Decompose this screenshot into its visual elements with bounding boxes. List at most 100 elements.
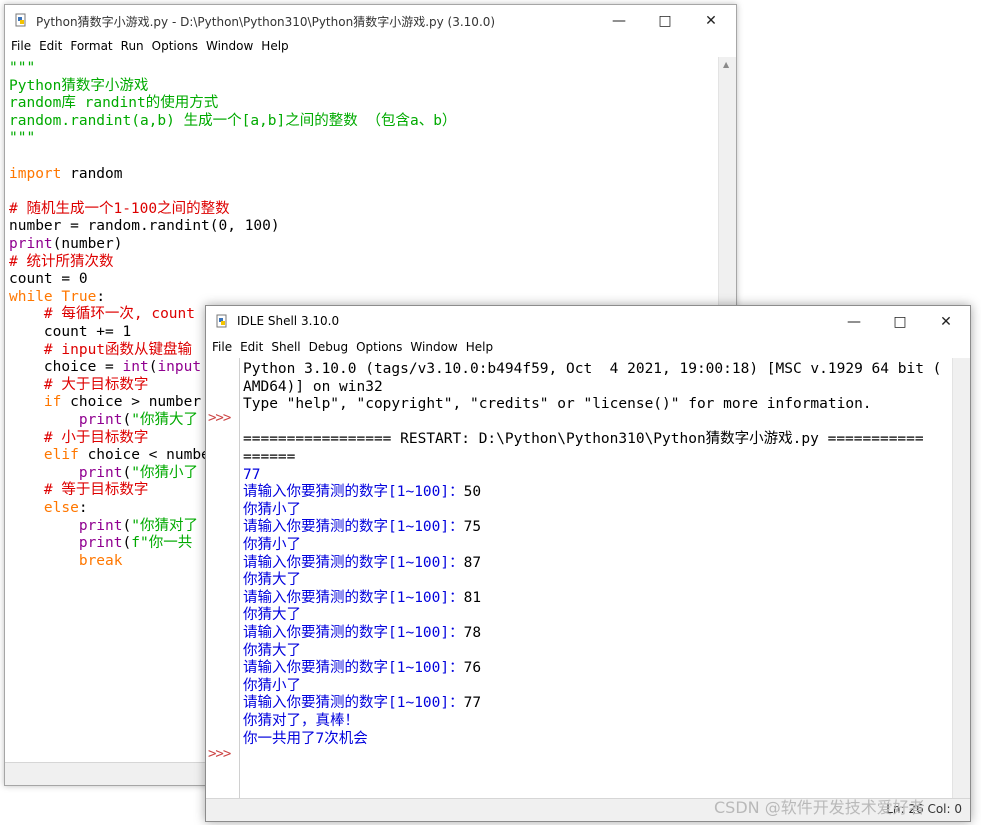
code-token: else: [43, 500, 79, 516]
scroll-up-arrow-icon[interactable]: ▲: [723, 60, 729, 69]
code-token: if: [43, 394, 62, 411]
code-line: print(f"你一共: [9, 534, 192, 552]
shell-output-text: 请输入你要猜测的数字[1~100]：: [243, 484, 464, 501]
code-token: print: [78, 517, 123, 534]
menu-window[interactable]: Window: [406, 338, 461, 358]
maximize-button[interactable]: □: [877, 306, 923, 338]
user-input-value: 50: [463, 484, 482, 501]
code-token: # 大于目标数字: [43, 376, 149, 393]
code-token: "你猜小了: [131, 464, 198, 481]
code-line: print("你猜小了: [9, 464, 198, 482]
menu-window[interactable]: Window: [202, 37, 257, 57]
shell-output-line: 请输入你要猜测的数字[1~100]：78: [243, 624, 481, 642]
shell-titlebar[interactable]: IDLE Shell 3.10.0 — □ ✕: [206, 306, 970, 338]
shell-output-line: 你一共用了7次机会: [243, 730, 368, 748]
minimize-button[interactable]: —: [831, 306, 877, 338]
shell-output-line: 请输入你要猜测的数字[1~100]：76: [243, 659, 481, 677]
shell-output-text: 你猜小了: [243, 501, 301, 518]
shell-output-line: 你猜小了: [243, 536, 301, 554]
code-token: :: [96, 288, 106, 305]
code-line: # 等于目标数字: [9, 481, 148, 499]
shell-output-line: 你猜大了: [243, 642, 301, 660]
menu-run[interactable]: Run: [117, 37, 148, 57]
shell-output-line: Python 3.10.0 (tags/v3.10.0:b494f59, Oct…: [243, 360, 941, 378]
code-token: # 统计所猜次数: [9, 253, 114, 270]
menu-options[interactable]: Options: [148, 37, 202, 57]
shell-output-line: 请输入你要猜测的数字[1~100]：50: [243, 483, 481, 501]
menu-file[interactable]: File: [5, 37, 35, 57]
code-token: (: [122, 464, 132, 481]
code-line: while True:: [9, 288, 105, 306]
code-line: break: [9, 552, 123, 570]
shell-output-text: 你猜大了: [243, 607, 301, 624]
code-line: random.randint(a,b) 生成一个[a,b]之间的整数 （包含a、…: [9, 112, 456, 130]
user-input-value: 75: [463, 519, 482, 536]
code-token: # 小于目标数字: [43, 429, 149, 446]
shell-scrollbar[interactable]: [952, 358, 970, 798]
menu-options[interactable]: Options: [352, 338, 406, 358]
code-token: (: [122, 535, 132, 552]
shell-output-line: 77: [243, 466, 260, 484]
menu-debug[interactable]: Debug: [305, 338, 352, 358]
shell-window: IDLE Shell 3.10.0 — □ ✕ File Edit Shell …: [205, 305, 971, 822]
shell-output-text: ======: [243, 449, 296, 465]
code-token: # 等于目标数字: [43, 482, 149, 499]
code-line: print("你猜大了: [9, 411, 198, 429]
code-token: print: [78, 535, 123, 552]
code-token: "你猜大了: [131, 412, 198, 428]
shell-output-text: 你猜大了: [243, 572, 301, 589]
shell-output[interactable]: Python 3.10.0 (tags/v3.10.0:b494f59, Oct…: [243, 358, 947, 798]
shell-output-line: ================= RESTART: D:\Python\Pyt…: [243, 430, 924, 448]
menu-file[interactable]: File: [206, 338, 236, 358]
shell-output-text: 请输入你要猜测的数字[1~100]：: [243, 695, 464, 712]
code-line: choice = int(input: [9, 358, 201, 376]
code-token: print: [78, 412, 123, 428]
close-button[interactable]: ✕: [923, 306, 969, 338]
shell-output-text: 请输入你要猜测的数字[1~100]：: [243, 519, 464, 536]
watermark: CSDN @软件开发技术爱好者: [714, 798, 925, 817]
code-token: random库 randint的使用方式: [9, 95, 219, 112]
code-token: choice < numbe: [78, 447, 210, 464]
editor-titlebar[interactable]: Python猜数字小游戏.py - D:\Python\Python310\Py…: [5, 5, 736, 37]
code-line: """: [9, 129, 35, 147]
shell-output-text: ================= RESTART: D:\Python\Pyt…: [243, 431, 924, 448]
shell-output-line: Type "help", "copyright", "credits" or "…: [243, 395, 872, 413]
editor-menubar: File Edit Format Run Options Window Help: [5, 37, 736, 57]
code-line: Python猜数字小游戏: [9, 77, 148, 95]
user-input-value: 78: [463, 625, 482, 641]
code-line: import random: [9, 165, 123, 183]
code-token: # 随机生成一个1-100之间的整数: [9, 200, 230, 217]
code-token: import: [9, 165, 62, 182]
menu-edit[interactable]: Edit: [35, 37, 66, 57]
shell-output-text: 请输入你要猜测的数字[1~100]：: [243, 625, 464, 641]
code-token: count += 1: [9, 324, 132, 340]
user-input-value: 76: [463, 660, 482, 677]
code-line: random库 randint的使用方式: [9, 94, 218, 112]
code-line: # 大于目标数字: [9, 376, 148, 394]
shell-output-text: 你一共用了7次机会: [243, 730, 368, 747]
menu-help[interactable]: Help: [462, 338, 497, 358]
minimize-button[interactable]: —: [596, 5, 642, 37]
code-token: choice =: [9, 359, 123, 376]
prompt-gutter: >>> >>>: [206, 358, 240, 798]
menu-help[interactable]: Help: [257, 37, 292, 57]
menu-shell[interactable]: Shell: [267, 338, 304, 358]
menu-format[interactable]: Format: [66, 37, 116, 57]
close-button[interactable]: ✕: [688, 5, 734, 37]
maximize-button[interactable]: □: [642, 5, 688, 37]
code-token: (number): [52, 236, 123, 252]
code-token: # 每循环一次, count: [43, 306, 195, 323]
shell-output-text: 你猜对了，真棒！: [243, 713, 359, 729]
menu-edit[interactable]: Edit: [236, 338, 267, 358]
code-token: :: [78, 500, 88, 516]
code-line: if choice > number: [9, 393, 201, 411]
python-file-icon: [15, 13, 26, 27]
shell-prompt: >>>: [208, 410, 231, 426]
shell-output-text: Python 3.10.0 (tags/v3.10.0:b494f59, Oct…: [243, 361, 942, 377]
